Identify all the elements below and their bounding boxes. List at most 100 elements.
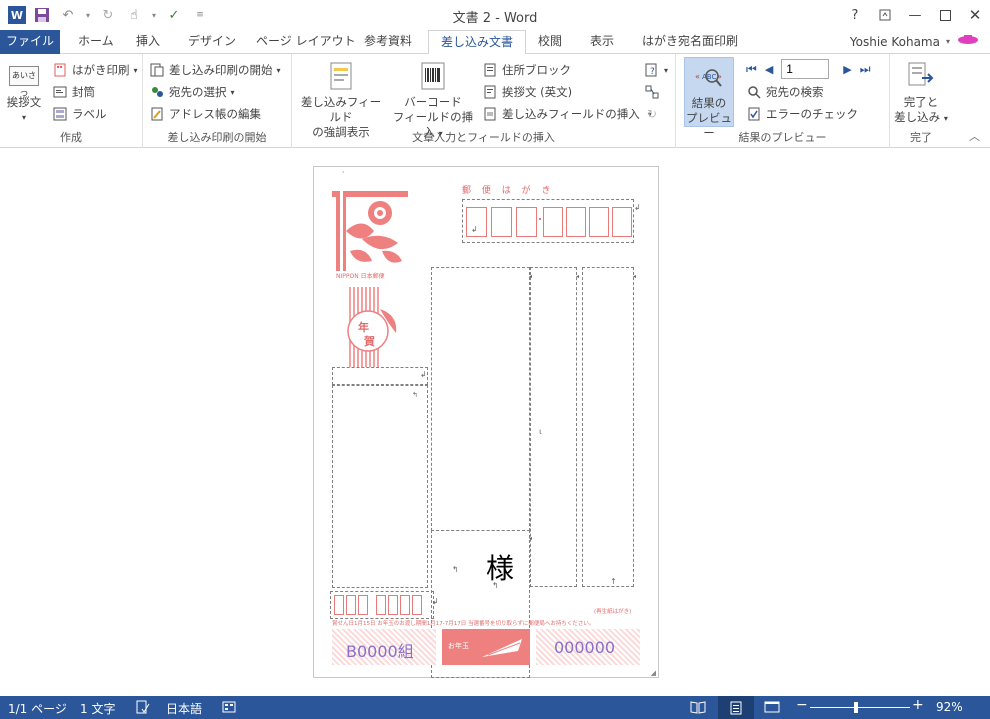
postcard-page[interactable]: ˈ 郵 便 は が き ↲ ↲ NIPPON 日本郵便 年 賀 ⍳ ◂ ◂ ◂ … [313, 166, 659, 678]
undo-dropdown-icon[interactable]: ▾ [84, 5, 92, 25]
postal-box-6[interactable] [589, 207, 609, 237]
minimize-icon[interactable]: — [900, 0, 930, 30]
postal-box-2[interactable] [491, 207, 512, 237]
quick-access-toolbar: W ↶ ▾ ↻ ☝ ▾ ✓ ≡ [8, 5, 210, 25]
barcode-icon [417, 60, 449, 92]
postal-box-7[interactable] [612, 207, 632, 237]
match-fields-button[interactable] [644, 82, 660, 102]
print-layout-icon[interactable] [718, 696, 754, 719]
touch-mode-icon[interactable]: ☝ [124, 5, 144, 25]
undo-icon[interactable]: ↶ [58, 5, 78, 25]
label-icon [52, 106, 68, 122]
touch-dropdown-icon[interactable]: ▾ [150, 5, 158, 25]
document-canvas[interactable]: ˈ 郵 便 は が き ↲ ↲ NIPPON 日本郵便 年 賀 ⍳ ◂ ◂ ◂ … [0, 148, 990, 696]
tab-references[interactable]: 参考資料 [352, 30, 424, 54]
tab-view[interactable]: 表示 [578, 30, 626, 54]
user-account[interactable]: Yoshie Kohama ▾ [850, 34, 980, 49]
ribbon: あいさつ 挨拶文 ▾ はがき印刷 ▾ 封筒 ラベル 作成 差し込み印刷の開始 ▾ [0, 54, 990, 148]
tab-mailings[interactable]: 差し込み文書 [428, 30, 527, 55]
read-mode-icon[interactable] [690, 700, 706, 717]
postal-box-4[interactable] [543, 207, 563, 237]
greeting-button[interactable]: あいさつ 挨拶文 ▾ [4, 60, 44, 125]
check-errors-button[interactable]: エラーのチェック [746, 104, 858, 124]
last-record-icon[interactable]: ⏭ [860, 62, 871, 77]
postal-box-3[interactable] [516, 207, 537, 237]
proofing-icon[interactable] [136, 700, 150, 717]
collapse-ribbon-icon[interactable]: ︿ [969, 128, 980, 144]
save-icon[interactable] [32, 5, 52, 25]
address-block-button[interactable]: 住所ブロック [482, 60, 571, 80]
sender-postal-box-7[interactable] [412, 595, 422, 615]
sender-postal-box-2[interactable] [346, 595, 356, 615]
zoom-slider[interactable] [810, 702, 910, 713]
word-count[interactable]: 1 文字 [80, 700, 115, 717]
page-count[interactable]: 1/1 ページ [8, 700, 67, 717]
postcard-icon [52, 62, 68, 78]
greeting-line-button[interactable]: 挨拶文 (英文) [482, 82, 572, 102]
highlight-fields-button[interactable]: 差し込みフィールド の強調表示 [296, 60, 386, 140]
ribbon-display-icon[interactable] [870, 0, 900, 30]
merge-field-icon [482, 106, 498, 122]
record-navigation: ⏮ ◀ ▶ ⏭ [746, 59, 871, 79]
marker-2: ◂ [576, 273, 580, 280]
rules-button[interactable]: ? ▾ [644, 60, 668, 80]
sender-top-frame[interactable] [332, 367, 428, 385]
envelope-icon [52, 84, 68, 100]
group-finish: 完了と 差し込み ▾ 完了 [890, 54, 952, 148]
tab-home[interactable]: ホーム [66, 30, 126, 54]
group-create-label: 作成 [60, 131, 82, 144]
first-record-icon[interactable]: ⏮ [746, 62, 757, 77]
recipients-dropdown-icon: ▾ [230, 87, 235, 97]
word-logo-icon[interactable]: W [8, 6, 26, 24]
sender-frame[interactable] [332, 385, 428, 588]
edit-address-book-button[interactable]: アドレス帳の編集 [149, 104, 261, 124]
next-record-icon[interactable]: ▶ [843, 63, 851, 76]
serial-box: 000000 [536, 629, 640, 665]
tab-file[interactable]: ファイル [0, 30, 60, 54]
tab-review[interactable]: 校閲 [526, 30, 574, 54]
language-indicator[interactable]: 日本語 [166, 700, 202, 717]
insert-merge-field-button[interactable]: 差し込みフィールドの挿入 ▾ [482, 104, 652, 124]
address-line-frame-2[interactable] [582, 267, 634, 587]
tab-design[interactable]: デザイン [176, 30, 248, 54]
marker-5: ↑ [610, 577, 617, 586]
macro-icon[interactable] [222, 700, 236, 717]
update-labels-button[interactable]: ↻ [644, 104, 660, 124]
sender-postal-box-6[interactable] [400, 595, 410, 615]
postcard-print-button[interactable]: はがき印刷 ▾ [52, 60, 138, 80]
customize-qat-icon[interactable]: ≡ [190, 5, 210, 25]
start-merge-dropdown-icon: ▾ [276, 65, 281, 75]
spellcheck-icon[interactable]: ✓ [164, 5, 184, 25]
close-icon[interactable]: ✕ [960, 0, 990, 30]
tab-postcard-print[interactable]: はがき宛名面印刷 [630, 30, 750, 54]
web-layout-icon[interactable] [764, 700, 780, 717]
record-number-input[interactable] [781, 59, 830, 79]
address-line-frame-1[interactable] [530, 267, 577, 587]
tab-page-layout[interactable]: ページ レイアウト [244, 30, 368, 54]
labels-button[interactable]: ラベル [52, 104, 107, 124]
find-recipient-button[interactable]: 宛先の検索 [746, 82, 824, 102]
envelope-button[interactable]: 封筒 [52, 82, 95, 102]
seal-text-2: 賀 [364, 335, 375, 348]
svg-text:«: « [695, 72, 700, 81]
sender-postal-box-5[interactable] [388, 595, 398, 615]
previous-record-icon[interactable]: ◀ [765, 63, 773, 76]
finish-merge-button[interactable]: 完了と 差し込み ▾ [890, 60, 952, 126]
redo-icon[interactable]: ↻ [98, 5, 118, 25]
select-recipients-button[interactable]: 宛先の選択 ▾ [149, 82, 235, 102]
zoom-level[interactable]: 92% [936, 700, 963, 714]
lottery-note: 賞せん日1月15日 お年玉のお渡し期間1月17-7月17日 当選番号を切り取らず… [332, 621, 595, 627]
start-merge-button[interactable]: 差し込み印刷の開始 ▾ [149, 60, 281, 80]
tab-insert[interactable]: 挿入 [124, 30, 172, 54]
zoom-in-icon[interactable]: + [912, 697, 924, 713]
help-button[interactable]: ? [840, 0, 870, 30]
sender-postal-box-4[interactable] [376, 595, 386, 615]
sender-postal-box-1[interactable] [334, 595, 344, 615]
zoom-slider-thumb[interactable] [853, 702, 858, 713]
address-frame-main[interactable] [431, 267, 530, 531]
sender-postal-box-3[interactable] [358, 595, 368, 615]
maximize-icon[interactable] [930, 0, 960, 30]
preview-results-button[interactable]: «ABC» 結果の プレビュー [684, 57, 734, 140]
postal-box-5[interactable] [566, 207, 586, 237]
zoom-out-icon[interactable]: − [796, 697, 808, 713]
